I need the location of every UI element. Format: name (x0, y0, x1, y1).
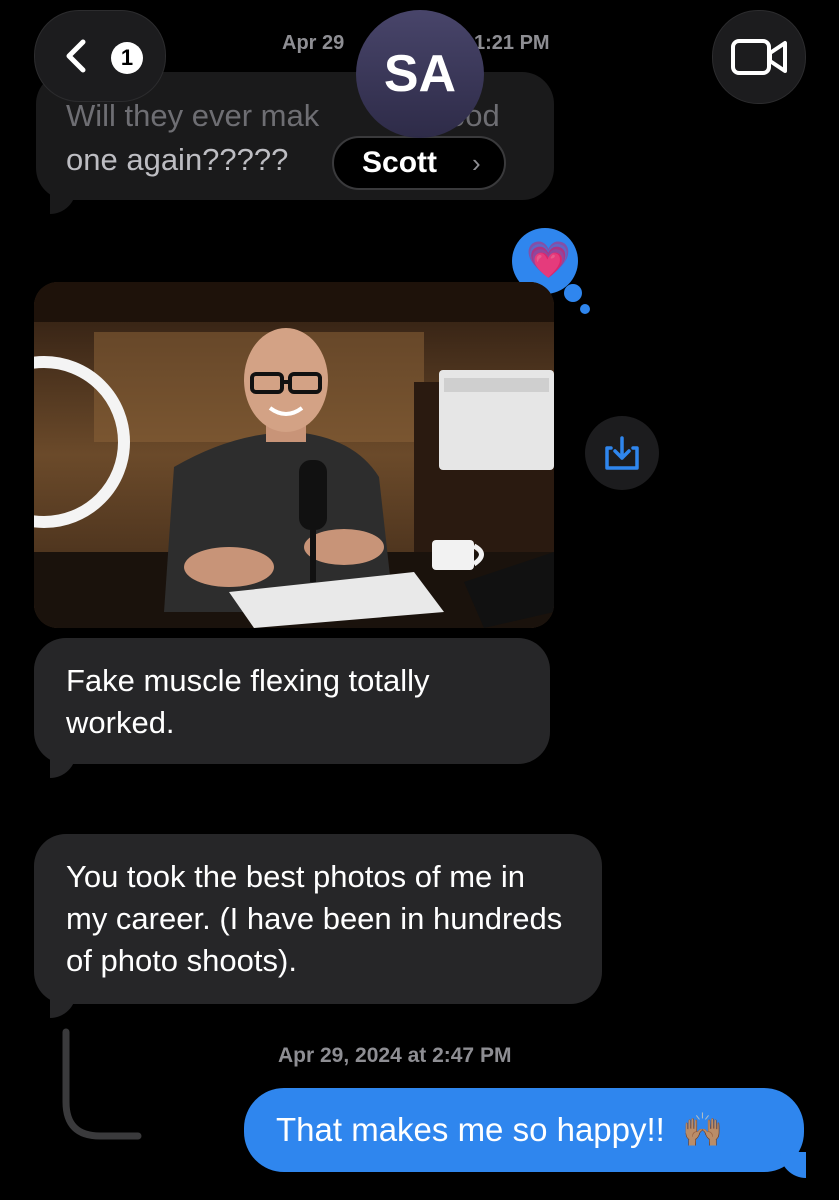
message-timestamp: Apr 29, 2024 at 2:47 PM (278, 1044, 512, 1067)
raised-hands-emoji: 🙌🏽 (682, 1111, 724, 1148)
outgoing-message-text: That makes me so happy!! (276, 1111, 665, 1148)
header-timestamp-left: Apr 29 (282, 32, 345, 54)
contact-avatar[interactable]: SA (356, 10, 484, 138)
header-timestamp-right: 1:21 PM (474, 32, 550, 54)
reply-preview-tail (36, 188, 76, 214)
tapback-dot-small (580, 304, 590, 314)
message-text: Fake muscle flexing totally worked. (66, 663, 430, 740)
message-tail (36, 752, 76, 778)
outgoing-message-tail (780, 1152, 820, 1178)
contact-initials: SA (383, 45, 457, 103)
download-icon (605, 436, 639, 470)
reply-thread-connector (62, 1028, 142, 1140)
photo-attachment[interactable] (34, 282, 554, 628)
photo-image (34, 282, 554, 628)
back-button[interactable]: 1 (34, 10, 166, 102)
incoming-message-bubble[interactable]: You took the best photos of me in my car… (34, 834, 602, 1004)
video-call-button[interactable] (712, 10, 806, 104)
chevron-right-icon: › (472, 148, 481, 178)
reply-preview-text-start: Will they ever mak (66, 98, 320, 133)
incoming-message-bubble[interactable]: Fake muscle flexing totally worked. (34, 638, 550, 764)
reply-preview-text-line2: one again????? (66, 142, 289, 177)
message-text: You took the best photos of me in my car… (66, 859, 563, 978)
chevron-left-icon (66, 39, 86, 73)
save-photo-button[interactable] (585, 416, 659, 490)
tapback-dot-large (564, 284, 582, 302)
unread-count: 1 (120, 45, 134, 70)
unread-count-badge: 1 (111, 42, 143, 74)
sender-name: Scott (362, 146, 437, 179)
outgoing-message-bubble[interactable]: That makes me so happy!! 🙌🏽 (244, 1088, 804, 1172)
message-tail (36, 992, 76, 1018)
reply-preview-text-line1: Will they ever mak (66, 98, 319, 134)
video-camera-icon (731, 39, 787, 75)
pink-heart-reaction-icon: 💗 (526, 239, 571, 280)
sender-name-pill[interactable]: Scott › (332, 136, 506, 190)
